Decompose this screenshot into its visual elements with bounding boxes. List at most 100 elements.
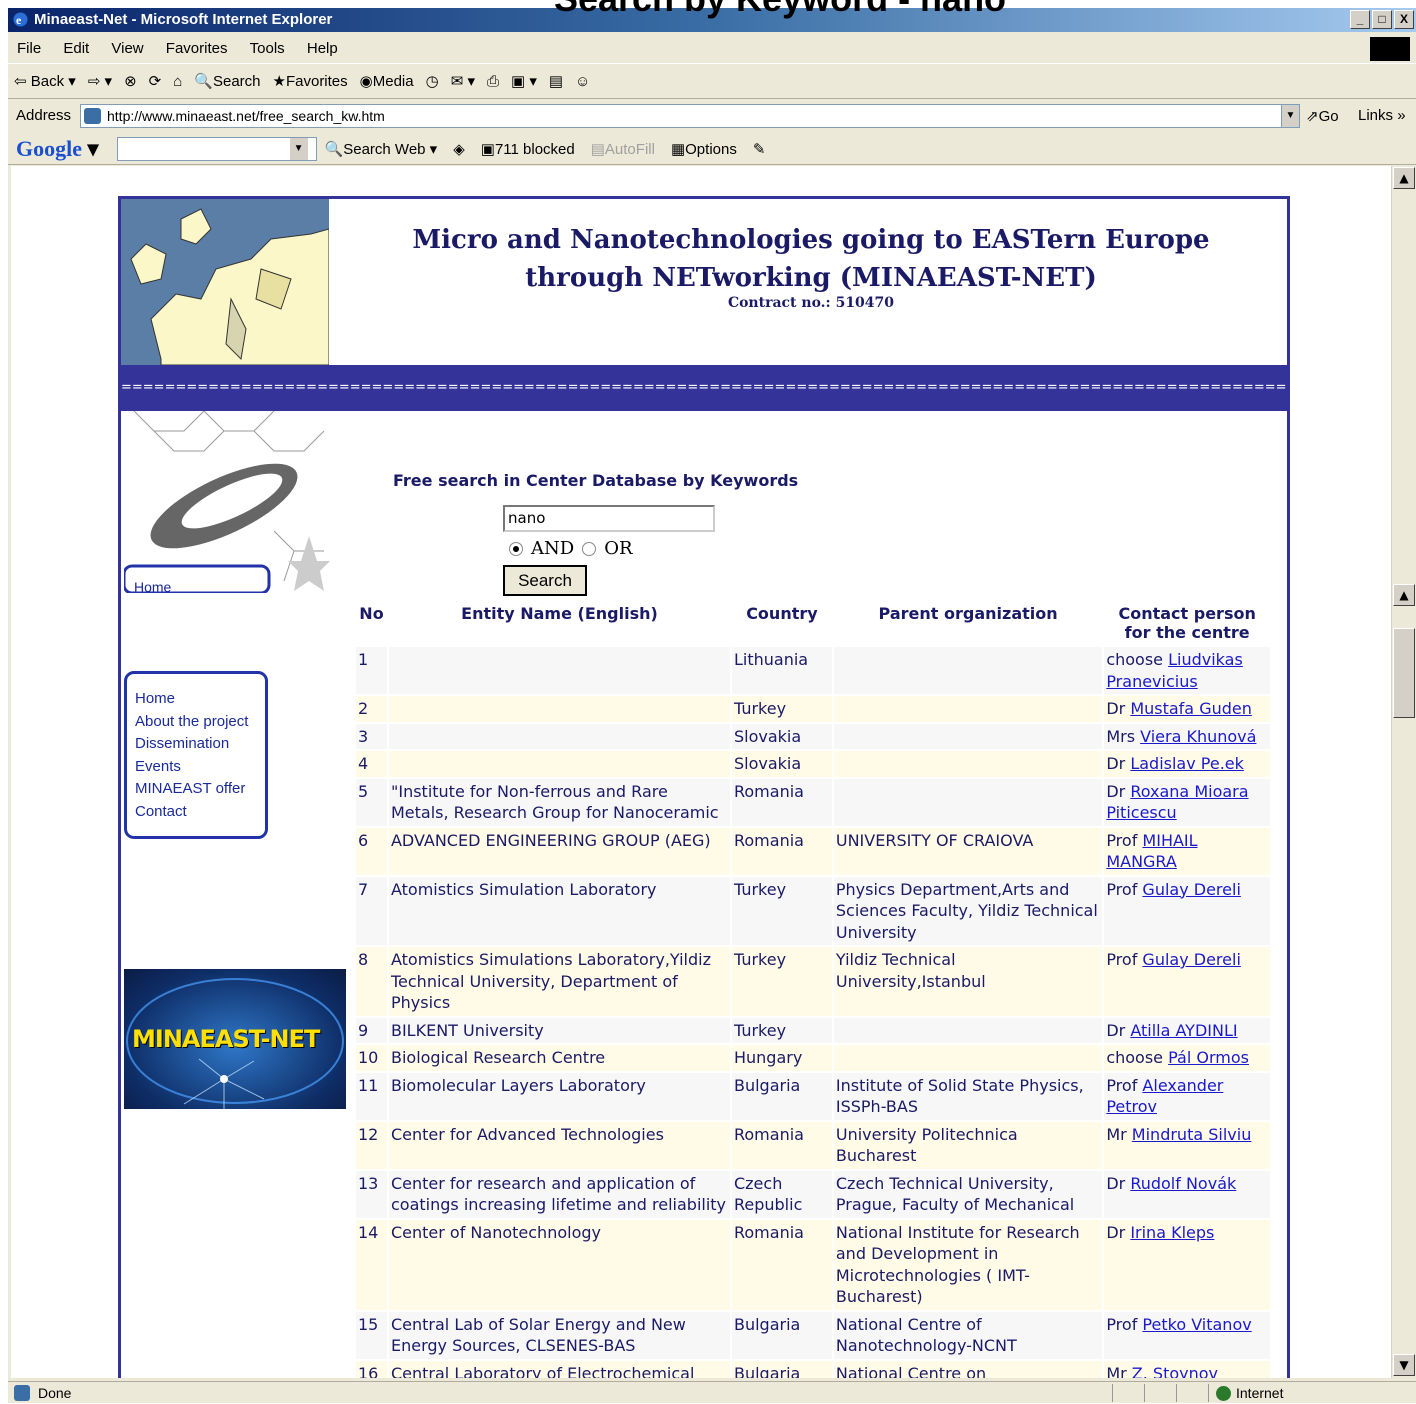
menu-edit[interactable]: Edit xyxy=(63,40,89,57)
contact-link[interactable]: Ladislav Pe.ek xyxy=(1130,754,1244,773)
stop-icon[interactable]: ⊗ xyxy=(124,65,137,99)
mail-icon[interactable]: ✉ ▾ xyxy=(451,65,475,99)
keyword-input[interactable]: nano xyxy=(503,505,715,532)
nav-minaeast-offer[interactable]: MINAEAST offer xyxy=(135,778,257,801)
cell-parent xyxy=(833,1045,1103,1071)
discuss-icon[interactable]: ▤ xyxy=(549,65,563,99)
contact-title: Mrs xyxy=(1106,726,1136,746)
contact-link[interactable]: Z. Stoynov xyxy=(1132,1364,1218,1379)
google-search-input[interactable]: ▼ xyxy=(116,136,317,161)
site-title-line2: through NETworking (MINAEAST-NET) xyxy=(525,263,1097,293)
cell-country: Turkey xyxy=(731,876,832,945)
cell-entity: Center for Advanced Technologies xyxy=(388,1121,730,1169)
scroll-up-icon[interactable]: ▲ xyxy=(1393,167,1415,189)
messenger-icon[interactable]: ☺ xyxy=(575,65,590,99)
pagerank-icon[interactable]: ◈ xyxy=(453,140,465,158)
contact-link[interactable]: Irina Kleps xyxy=(1130,1223,1214,1242)
contact-title: Prof xyxy=(1106,1314,1138,1334)
nav-home-partial[interactable]: Home xyxy=(134,579,171,593)
menu-tools[interactable]: Tools xyxy=(250,40,285,57)
address-input[interactable]: http://www.minaeast.net/free_search_kw.h… xyxy=(80,104,1300,128)
menu-file[interactable]: File xyxy=(17,40,41,57)
cell-parent xyxy=(833,696,1103,722)
cell-parent: National Institute for Research and Deve… xyxy=(833,1219,1103,1310)
back-button[interactable]: ⇦ Back ▾ xyxy=(14,65,76,99)
contact-link[interactable]: Atilla AYDINLI xyxy=(1130,1021,1237,1040)
contact-link[interactable]: Pál Ormos xyxy=(1168,1048,1249,1067)
nav-contact[interactable]: Contact xyxy=(135,801,257,824)
search-button[interactable]: 🔍Search xyxy=(194,65,260,99)
refresh-icon[interactable]: ⟳ xyxy=(149,65,162,99)
history-icon[interactable]: ◷ xyxy=(426,65,439,99)
menu-view[interactable]: View xyxy=(111,40,143,57)
favorites-button[interactable]: ★Favorites xyxy=(273,65,348,99)
cell-parent: Yildiz Technical University,Istanbul xyxy=(833,947,1103,1016)
cell-parent: UNIVERSITY OF CRAIOVA xyxy=(833,827,1103,875)
contact-title: Dr xyxy=(1106,781,1126,801)
cell-entity xyxy=(388,647,730,694)
menu-help[interactable]: Help xyxy=(307,40,338,57)
contact-link[interactable]: Mindruta Silviu xyxy=(1132,1125,1252,1144)
contact-link[interactable]: Petko Vitanov xyxy=(1142,1315,1251,1334)
cell-country: Romania xyxy=(731,827,832,875)
media-button[interactable]: ◉Media xyxy=(360,65,414,99)
go-button[interactable]: ⇗Go xyxy=(1306,107,1339,125)
edit-icon[interactable]: ▣ ▾ xyxy=(511,65,537,99)
maximize-button[interactable]: □ xyxy=(1372,10,1392,29)
cell-no: 9 xyxy=(356,1017,387,1043)
contact-link[interactable]: Roxana Mioara Piticescu xyxy=(1106,782,1248,823)
europe-map-image xyxy=(121,199,329,365)
scroll-up-icon-secondary[interactable]: ▲ xyxy=(1393,584,1415,606)
media-label: Media xyxy=(372,72,414,90)
cell-contact: Dr Irina Kleps xyxy=(1104,1219,1270,1310)
google-logo[interactable]: Google ▾ xyxy=(16,136,99,162)
cell-parent: National Centre on Nanotechnology (NCNT) xyxy=(833,1360,1103,1378)
vertical-scrollbar[interactable]: ▲ ▲ ▼ xyxy=(1391,166,1416,1378)
contact-title: Dr xyxy=(1106,754,1126,773)
internet-globe-icon xyxy=(1216,1386,1231,1401)
contact-title: Mr xyxy=(1106,1124,1127,1144)
autofill-button[interactable]: ▤AutoFill xyxy=(591,140,655,158)
cell-contact: Prof Alexander Petrov xyxy=(1104,1072,1270,1120)
highlight-icon[interactable]: ✎ xyxy=(753,140,766,158)
contact-link[interactable]: Viera Khunová xyxy=(1140,727,1256,746)
options-button[interactable]: ▦Options xyxy=(671,140,737,158)
contact-link[interactable]: Gulay Dereli xyxy=(1142,950,1240,969)
radio-and[interactable] xyxy=(509,541,523,556)
site-title: Micro and Nanotechnologies going to EAST… xyxy=(351,221,1271,297)
radio-or[interactable] xyxy=(582,541,597,556)
cell-entity: "Institute for Non-ferrous and Rare Meta… xyxy=(388,778,730,826)
forward-button[interactable]: ⇨ ▾ xyxy=(88,65,112,99)
contact-link[interactable]: Mustafa Guden xyxy=(1130,699,1252,718)
scroll-thumb[interactable] xyxy=(1393,628,1415,718)
table-row: 4 Slovakia Dr Ladislav Pe.ek xyxy=(356,751,1270,777)
cell-no: 6 xyxy=(356,827,387,875)
menu-favorites[interactable]: Favorites xyxy=(166,40,228,57)
address-dropdown-icon[interactable]: ▼ xyxy=(1281,105,1299,127)
search-submit-button[interactable]: Search xyxy=(503,565,587,596)
nav-about-the-project[interactable]: About the project xyxy=(135,711,257,734)
cell-entity: Central Lab of Solar Energy and New Ener… xyxy=(388,1311,730,1359)
cell-no: 2 xyxy=(356,696,387,722)
contract-number: Contract no.: 510470 xyxy=(727,295,895,311)
close-button[interactable]: X xyxy=(1394,10,1414,29)
contact-title: choose xyxy=(1106,650,1164,669)
page-done-icon xyxy=(14,1385,30,1401)
print-icon[interactable]: ⎙ xyxy=(487,65,499,99)
cell-contact: Mr Mindruta Silviu xyxy=(1104,1121,1270,1169)
google-dropdown-icon[interactable]: ▼ xyxy=(289,137,308,160)
minimize-button[interactable]: _ xyxy=(1350,10,1370,29)
nav-dissemination[interactable]: Dissemination xyxy=(135,733,257,756)
scroll-down-icon[interactable]: ▼ xyxy=(1393,1354,1415,1376)
home-icon[interactable]: ⌂ xyxy=(173,65,182,99)
minaeast-net-logo: MINAEAST-NET xyxy=(124,969,346,1109)
contact-link[interactable]: Rudolf Novák xyxy=(1130,1174,1236,1193)
popup-blocker-button[interactable]: ▣711 blocked xyxy=(481,140,575,158)
options-label: Options xyxy=(685,140,737,158)
nav-events[interactable]: Events xyxy=(135,756,257,779)
contact-link[interactable]: Gulay Dereli xyxy=(1142,880,1240,899)
nav-home[interactable]: Home xyxy=(135,688,257,711)
links-button[interactable]: Links » xyxy=(1358,107,1406,124)
search-web-button[interactable]: 🔍Search Web ▾ xyxy=(325,140,438,158)
cell-parent: Czech Technical University, Prague, Facu… xyxy=(833,1170,1103,1218)
